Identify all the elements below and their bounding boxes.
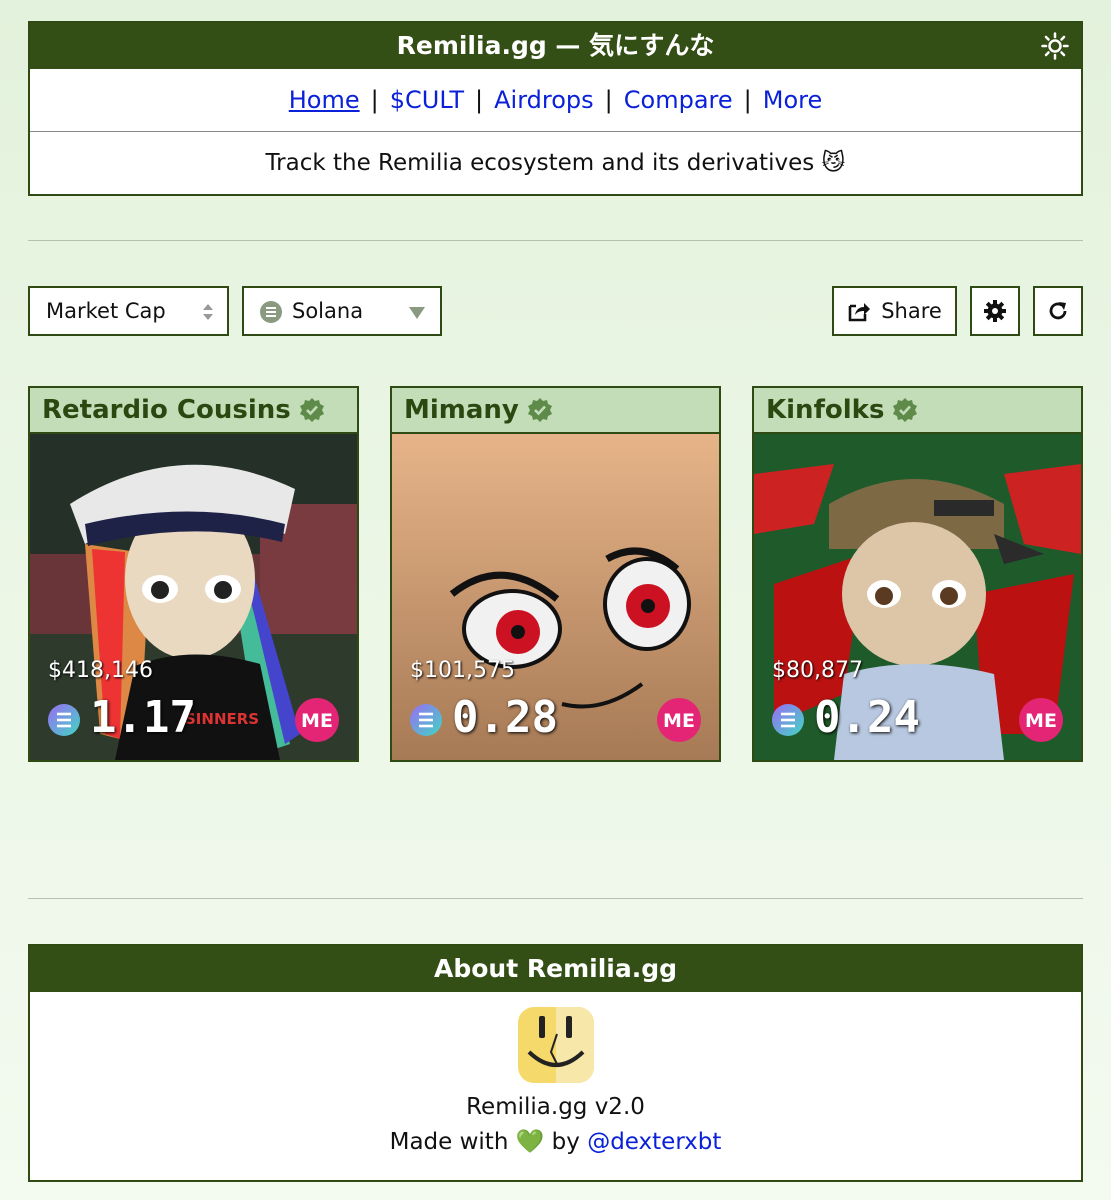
collection-image: $101,575 0.28 ME bbox=[392, 434, 719, 760]
verified-badge-icon bbox=[527, 398, 552, 422]
nav-separator: | bbox=[475, 86, 484, 114]
share-icon bbox=[848, 303, 871, 322]
sun-icon[interactable] bbox=[1041, 32, 1069, 60]
svg-text:ME: ME bbox=[663, 710, 695, 732]
magic-eden-icon[interactable]: ME bbox=[657, 698, 701, 742]
magic-eden-icon[interactable]: ME bbox=[295, 698, 339, 742]
share-label: Share bbox=[881, 299, 942, 323]
usd-floor: $101,575 bbox=[410, 658, 515, 683]
collection-name: Kinfolks bbox=[766, 395, 885, 425]
tagline: Track the Remilia ecosystem and its deri… bbox=[265, 150, 846, 176]
header-box: Remilia.gg — 気にすんな Home | $CULT | Airdrops | C… bbox=[28, 21, 1083, 196]
about-title-bar: About Remilia.gg bbox=[30, 946, 1081, 992]
usd-floor: $418,146 bbox=[48, 658, 153, 683]
collection-card[interactable]: Mimany $101,575 0.28 ME bbox=[390, 386, 721, 762]
nav-more[interactable]: More bbox=[763, 86, 823, 114]
collection-name: Mimany bbox=[404, 395, 519, 425]
remilia-logo-icon bbox=[517, 1007, 594, 1083]
nav-airdrops[interactable]: Airdrops bbox=[494, 86, 594, 114]
solana-icon bbox=[260, 301, 282, 323]
main-nav: Home | $CULT | Airdrops | Compare | More bbox=[30, 69, 1081, 132]
verified-badge-icon bbox=[893, 398, 918, 422]
share-button[interactable]: Share bbox=[832, 286, 957, 336]
chevron-down-icon bbox=[409, 307, 425, 319]
magic-eden-icon[interactable]: ME bbox=[1019, 698, 1063, 742]
verified-badge-icon bbox=[299, 398, 324, 422]
nav-separator: | bbox=[743, 86, 752, 114]
about-title: About Remilia.gg bbox=[434, 954, 677, 983]
svg-text:ME: ME bbox=[301, 710, 333, 732]
chain-select-value: Solana bbox=[292, 299, 364, 323]
card-header: Mimany bbox=[392, 388, 719, 434]
nav-cult[interactable]: $CULT bbox=[390, 86, 464, 114]
solana-icon bbox=[48, 704, 80, 736]
collection-image: SINNERS $418,146 1.17 ME bbox=[30, 434, 357, 760]
updown-chevron-icon bbox=[203, 304, 213, 320]
floor-price: 0.24 bbox=[814, 692, 920, 743]
author-link[interactable]: @dexterxbt bbox=[587, 1129, 721, 1155]
collection-card[interactable]: Kinfolks $80,877 0.24 ME bbox=[752, 386, 1083, 762]
made-with-line: Made with 💚 by @dexterxbt bbox=[30, 1128, 1081, 1155]
collection-name: Retardio Cousins bbox=[42, 395, 291, 425]
refresh-button[interactable] bbox=[1033, 286, 1083, 336]
site-title-bar: Remilia.gg — 気にすんな bbox=[30, 23, 1081, 69]
sort-select[interactable]: Market Cap bbox=[28, 286, 229, 336]
chain-select[interactable]: Solana bbox=[242, 286, 442, 336]
nav-compare[interactable]: Compare bbox=[624, 86, 733, 114]
about-body: Remilia.gg v2.0 Made with 💚 by @dexterxb… bbox=[30, 1006, 1081, 1155]
solana-icon bbox=[772, 704, 804, 736]
nav-separator: | bbox=[370, 86, 379, 114]
refresh-icon bbox=[1049, 302, 1067, 320]
collection-image: $80,877 0.24 ME bbox=[754, 434, 1081, 760]
floor-price: 0.28 bbox=[452, 692, 558, 743]
app-version: Remilia.gg v2.0 bbox=[466, 1094, 645, 1120]
gear-icon bbox=[984, 300, 1006, 322]
solana-icon bbox=[410, 704, 442, 736]
made-with-text: Made with 💚 by bbox=[389, 1129, 588, 1155]
collection-card[interactable]: Retardio Cousins SINNERS $418,146 1.17 M… bbox=[28, 386, 359, 762]
usd-floor: $80,877 bbox=[772, 658, 863, 683]
divider bbox=[28, 898, 1083, 899]
nav-home[interactable]: Home bbox=[289, 86, 360, 114]
about-box: About Remilia.gg Remilia.gg v2.0 Made wi… bbox=[28, 944, 1083, 1182]
nav-separator: | bbox=[604, 86, 613, 114]
site-title: Remilia.gg — 気にすんな bbox=[396, 31, 715, 60]
svg-text:ME: ME bbox=[1025, 710, 1057, 732]
svg-text:SINNERS: SINNERS bbox=[185, 710, 259, 728]
floor-price: 1.17 bbox=[90, 692, 196, 743]
card-header: Kinfolks bbox=[754, 388, 1081, 434]
settings-button[interactable] bbox=[970, 286, 1020, 336]
card-header: Retardio Cousins bbox=[30, 388, 357, 434]
sort-select-value: Market Cap bbox=[46, 299, 166, 323]
divider bbox=[28, 240, 1083, 241]
